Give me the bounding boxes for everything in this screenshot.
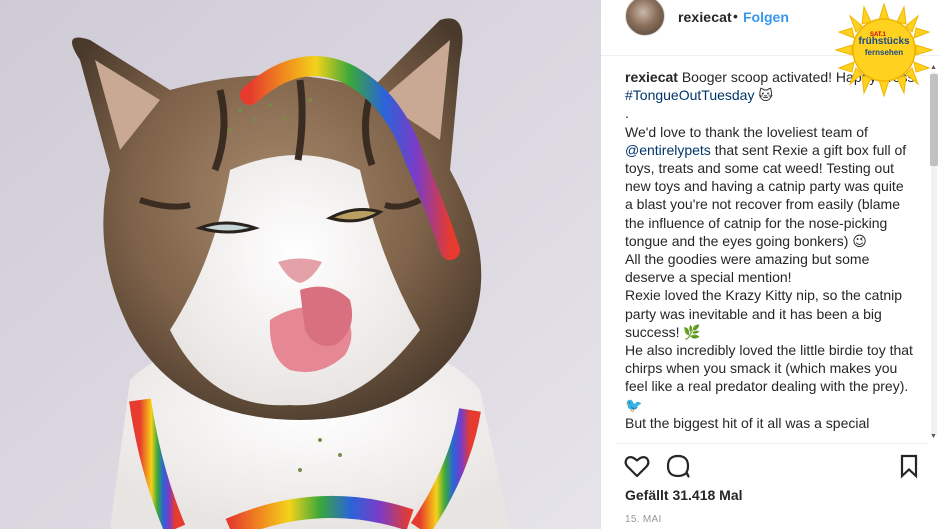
cat-photo-image: [0, 0, 601, 529]
logo-line1: frühstücks: [858, 36, 910, 47]
fruehstuecksfernsehen-logo: SAT.1 frühstücks fernsehen: [834, 2, 934, 98]
caption-para1-start: We'd love to thank the loveliest team of: [625, 123, 872, 140]
heart-icon[interactable]: [623, 452, 651, 480]
caption-area[interactable]: rexiecat Booger scoop activated! Happy g…: [625, 68, 915, 443]
logo-line2: fernsehen: [864, 48, 904, 57]
caption-paragraph: All the goodies were amazing but some de…: [625, 251, 874, 286]
likes-number: 31.418: [672, 487, 716, 503]
post-date: 15. MAI: [625, 514, 662, 525]
likes-suffix: Mal: [715, 487, 743, 503]
caption-paragraph: He also incredibly loved the little bird…: [625, 342, 913, 413]
caption-text: rexiecat Booger scoop activated! Happy g…: [625, 68, 915, 432]
post-photo[interactable]: [0, 0, 601, 529]
arrow-down-icon[interactable]: ▼: [930, 433, 937, 440]
action-bar: [601, 452, 940, 482]
follow-button[interactable]: Folgen: [743, 9, 789, 25]
caption-emoji: 🐱: [754, 87, 773, 104]
hashtag-link[interactable]: #TongueOutTuesday: [625, 87, 754, 103]
caption-scrollbar[interactable]: ▲ ▼: [927, 64, 939, 443]
caption-paragraph: Rexie loved the Krazy Kitty nip, so the …: [625, 287, 906, 340]
like-count[interactable]: Gefällt 31.418 Mal: [625, 487, 743, 503]
comment-icon[interactable]: [665, 452, 693, 480]
divider: [617, 443, 927, 444]
bookmark-icon[interactable]: [895, 452, 923, 480]
mention-link[interactable]: @entirelypets: [625, 142, 711, 158]
caption-dot-line: .: [625, 105, 629, 122]
header-username[interactable]: rexiecat: [678, 9, 732, 25]
avatar[interactable]: [625, 0, 665, 36]
likes-prefix: Gefällt: [625, 487, 673, 503]
logo-wordmark: frühstücks fernsehen: [848, 36, 920, 58]
caption-username[interactable]: rexiecat: [625, 69, 678, 85]
caption-paragraph: But the biggest hit of it all was a spec…: [625, 414, 870, 431]
caption-paragraph: We'd love to thank the loveliest team of…: [625, 123, 915, 250]
separator-dot: •: [733, 8, 738, 24]
